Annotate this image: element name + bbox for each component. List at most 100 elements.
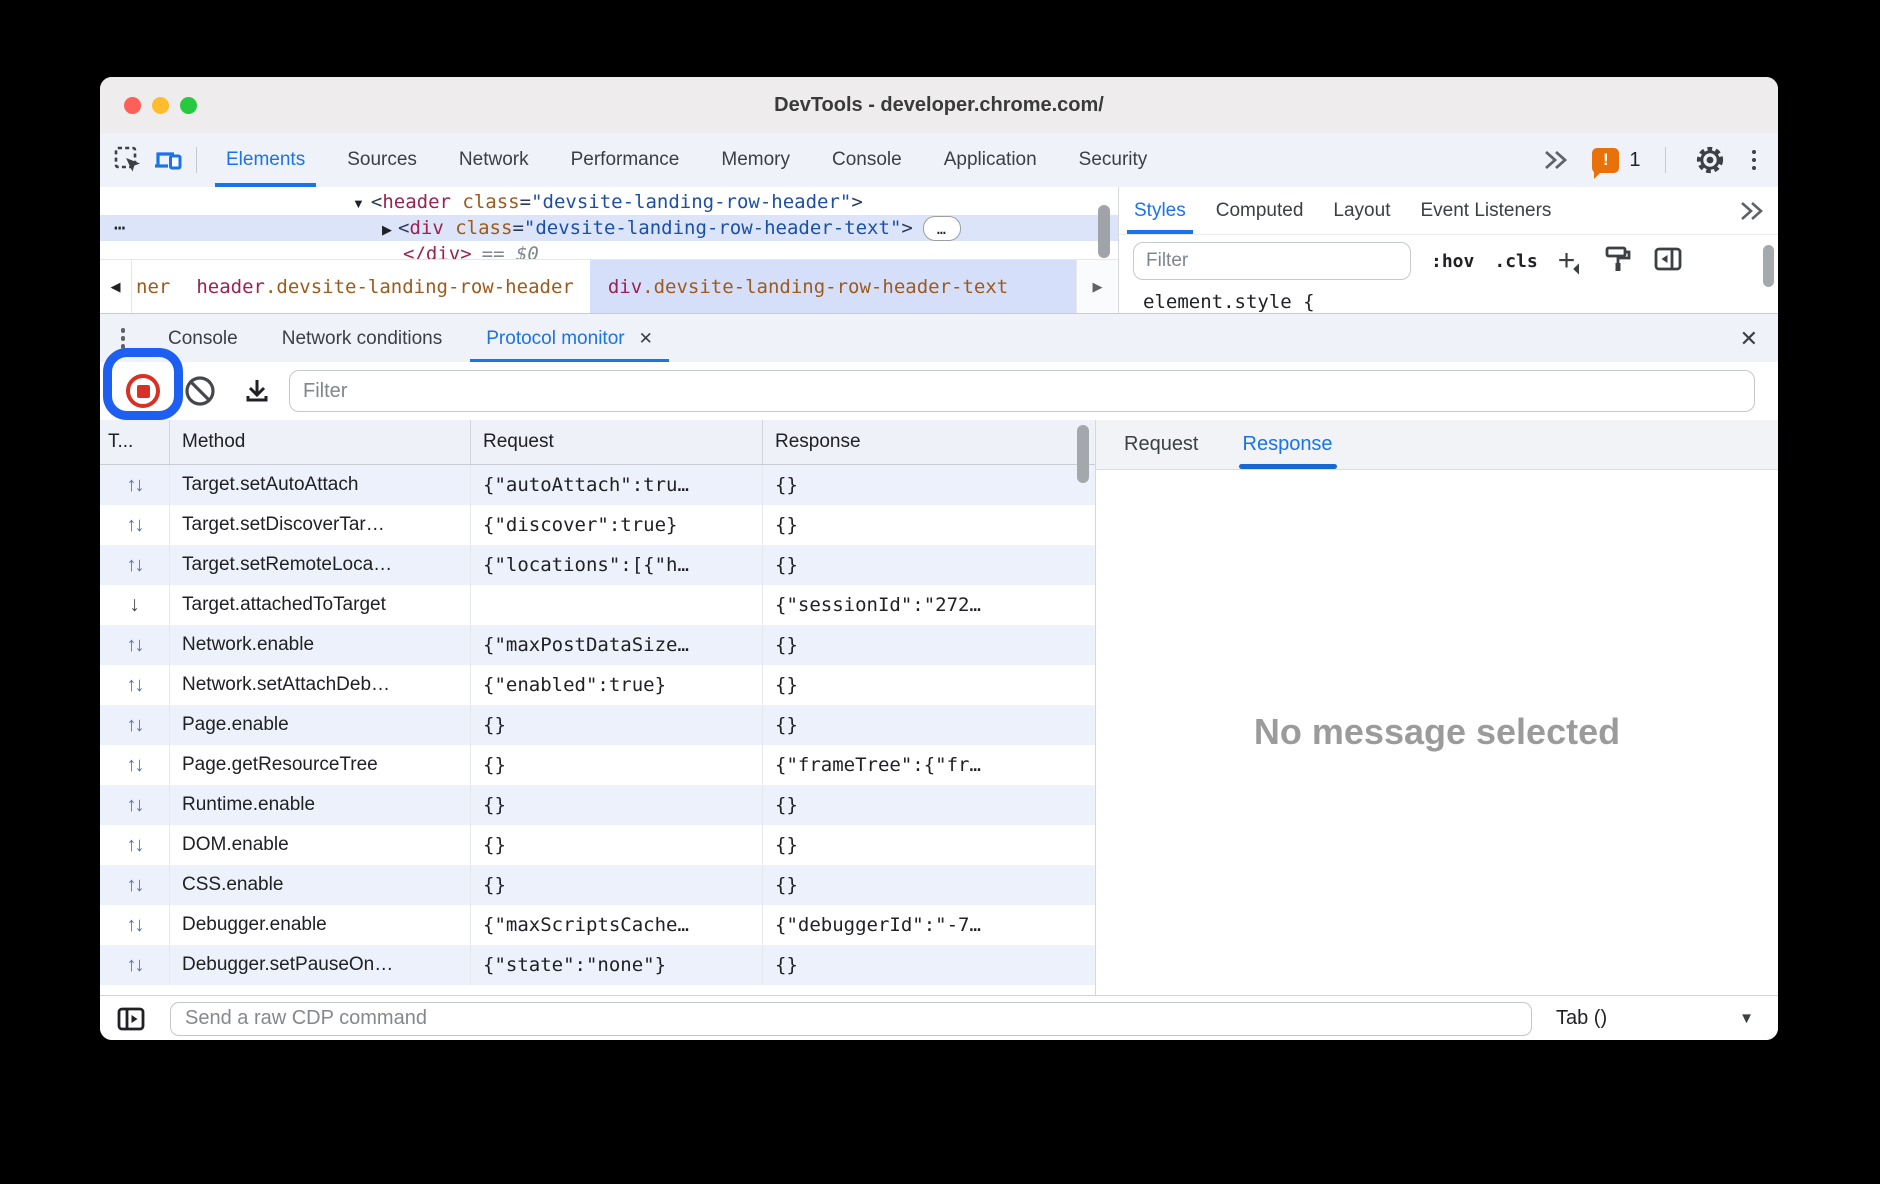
sent-received-icon: ↑↓: [100, 465, 170, 505]
table-row[interactable]: ↑↓Target.setDiscoverTar…{"discover":true…: [100, 505, 1095, 545]
cell-method: Page.getResourceTree: [170, 745, 471, 785]
table-row[interactable]: ↑↓Target.setRemoteLoca…{"locations":[{"h…: [100, 545, 1095, 585]
drawer-menu-icon[interactable]: [100, 328, 146, 349]
table-row[interactable]: ↑↓Debugger.enable{"maxScriptsCache…{"deb…: [100, 905, 1095, 945]
breadcrumb-forward-icon[interactable]: ▶: [1076, 260, 1118, 313]
cell-method: Target.setAutoAttach: [170, 465, 471, 505]
breadcrumb-back-icon[interactable]: ◀: [100, 260, 132, 313]
cell-request: {}: [471, 825, 763, 865]
element-style-rule[interactable]: element.style {: [1143, 291, 1315, 313]
zoom-window-button[interactable]: [180, 97, 197, 114]
sent-received-icon: ↑↓: [100, 905, 170, 945]
detail-tab-request[interactable]: Request: [1124, 420, 1199, 469]
close-tab-icon[interactable]: ✕: [639, 329, 653, 349]
expand-children-icon[interactable]: …: [923, 216, 961, 241]
more-sidebar-tabs-icon[interactable]: [1739, 199, 1765, 223]
save-download-icon[interactable]: [240, 374, 274, 408]
table-row[interactable]: ↑↓Page.getResourceTree{}{"frameTree":{"f…: [100, 745, 1095, 785]
cell-request: {}: [471, 705, 763, 745]
issues-counter[interactable]: ! 1: [1592, 148, 1640, 173]
brush-format-icon[interactable]: [1603, 244, 1633, 279]
target-selector-label: Tab (): [1556, 1007, 1607, 1030]
close-drawer-icon[interactable]: ✕: [1740, 326, 1758, 352]
toolbar-separator: [196, 147, 197, 173]
breadcrumb-item-clipped[interactable]: ner: [132, 260, 180, 313]
table-scrollbar-thumb[interactable]: [1077, 425, 1089, 483]
breadcrumb-item-div-selected[interactable]: div.devsite-landing-row-header-text: [590, 260, 1076, 313]
elements-panel: ▼<header class="devsite-landing-row-head…: [100, 187, 1778, 313]
tab-sources[interactable]: Sources: [326, 133, 438, 187]
table-row[interactable]: ↑↓Runtime.enable{}{}: [100, 785, 1095, 825]
protocol-message-table: T... Method Request Response ↑↓Target.se…: [100, 420, 1095, 995]
target-selector-dropdown[interactable]: Tab () ▼: [1532, 1007, 1778, 1030]
cell-request: {"state":"none"}: [471, 945, 763, 985]
tab-console[interactable]: Console: [811, 133, 923, 187]
sent-received-icon: ↑↓: [100, 505, 170, 545]
new-style-rule-icon[interactable]: +: [1558, 251, 1584, 271]
detail-tab-response[interactable]: Response: [1243, 420, 1333, 469]
clear-all-icon[interactable]: [183, 374, 217, 408]
cell-response: {}: [763, 545, 1071, 585]
column-header-method[interactable]: Method: [170, 420, 471, 464]
toggle-command-editor-icon[interactable]: [116, 1004, 146, 1034]
cell-response: {}: [763, 465, 1071, 505]
tab-computed[interactable]: Computed: [1201, 187, 1319, 234]
tab-performance[interactable]: Performance: [550, 133, 701, 187]
sent-received-icon: ↑↓: [100, 785, 170, 825]
toggle-pseudo-state-button[interactable]: :hov: [1431, 251, 1474, 272]
drawer-tab-protocol-monitor[interactable]: Protocol monitor ✕: [464, 314, 675, 363]
protocol-filter-input[interactable]: [289, 370, 1755, 412]
pm-table-body: ↑↓Target.setAutoAttach{"autoAttach":tru……: [100, 465, 1095, 985]
tab-elements[interactable]: Elements: [205, 133, 326, 187]
node-options-icon[interactable]: ⋯: [114, 215, 126, 241]
tab-layout[interactable]: Layout: [1318, 187, 1405, 234]
minimize-window-button[interactable]: [152, 97, 169, 114]
column-header-type[interactable]: T...: [100, 420, 170, 464]
sent-received-icon: ↑↓: [100, 545, 170, 585]
tab-memory[interactable]: Memory: [700, 133, 811, 187]
styles-scrollbar-thumb[interactable]: [1763, 245, 1774, 287]
elements-scrollbar-thumb[interactable]: [1098, 205, 1110, 258]
drawer-tab-console[interactable]: Console: [146, 314, 260, 363]
toggle-class-button[interactable]: .cls: [1494, 251, 1537, 272]
tab-event-listeners[interactable]: Event Listeners: [1405, 187, 1566, 234]
window-title: DevTools - developer.chrome.com/: [774, 94, 1104, 117]
table-row[interactable]: ↑↓Target.setAutoAttach{"autoAttach":tru……: [100, 465, 1095, 505]
cell-method: Page.enable: [170, 705, 471, 745]
column-header-request[interactable]: Request: [471, 420, 763, 464]
tab-network[interactable]: Network: [438, 133, 550, 187]
tab-security[interactable]: Security: [1058, 133, 1169, 187]
table-row[interactable]: ↑↓Network.setAttachDeb…{"enabled":true}{…: [100, 665, 1095, 705]
close-window-button[interactable]: [124, 97, 141, 114]
cell-method: Target.attachedToTarget: [170, 585, 471, 625]
record-button[interactable]: [126, 374, 160, 408]
table-row[interactable]: ↑↓Network.enable{"maxPostDataSize…{}: [100, 625, 1095, 665]
more-panels-icon[interactable]: [1536, 140, 1576, 180]
cell-method: Debugger.enable: [170, 905, 471, 945]
table-row[interactable]: ↑↓Debugger.setPauseOn…{"state":"none"}{}: [100, 945, 1095, 985]
drawer-tab-network-conditions[interactable]: Network conditions: [260, 314, 465, 363]
toggle-sidebar-icon[interactable]: [1653, 244, 1683, 279]
cell-response: {}: [763, 865, 1071, 905]
issues-count: 1: [1629, 149, 1640, 172]
cdp-command-input[interactable]: [170, 1002, 1532, 1036]
table-row[interactable]: ↓Target.attachedToTarget{"sessionId":"27…: [100, 585, 1095, 625]
table-row[interactable]: ↑↓DOM.enable{}{}: [100, 825, 1095, 865]
device-toolbar-icon[interactable]: [148, 140, 188, 180]
breadcrumb-item-header[interactable]: header.devsite-landing-row-header: [180, 260, 590, 313]
drawer-tab-bar: Console Network conditions Protocol moni…: [100, 313, 1778, 363]
settings-gear-icon[interactable]: [1690, 140, 1730, 180]
tab-application[interactable]: Application: [923, 133, 1058, 187]
table-row[interactable]: ↑↓Page.enable{}{}: [100, 705, 1095, 745]
cell-response: {"sessionId":"272…: [763, 585, 1071, 625]
styles-filter-input[interactable]: [1133, 242, 1411, 280]
expand-arrow-icon[interactable]: ▶: [382, 222, 392, 237]
sent-received-icon: ↑↓: [100, 665, 170, 705]
collapse-arrow-icon[interactable]: ▼: [352, 196, 365, 211]
tab-styles[interactable]: Styles: [1119, 187, 1201, 234]
customize-devtools-icon[interactable]: [1746, 150, 1763, 171]
cell-response: {}: [763, 505, 1071, 545]
column-header-response[interactable]: Response: [763, 420, 1071, 464]
table-row[interactable]: ↑↓CSS.enable{}{}: [100, 865, 1095, 905]
inspect-element-icon[interactable]: [108, 140, 148, 180]
